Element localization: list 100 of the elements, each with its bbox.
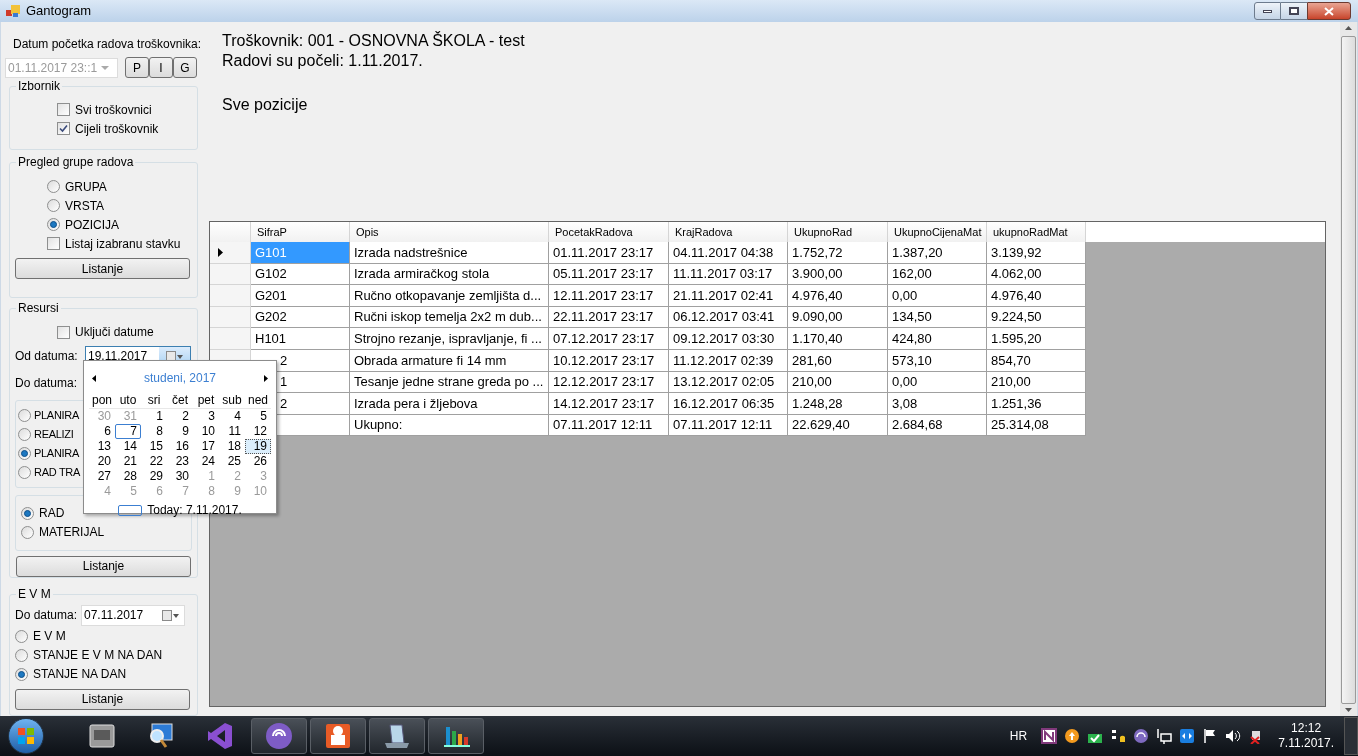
table-cell: 3,08 [888, 393, 987, 415]
radio-button[interactable] [47, 199, 60, 213]
current-row-icon [218, 247, 223, 257]
calendar-day[interactable]: 16 [167, 439, 193, 454]
calendar-day[interactable]: 12 [245, 424, 271, 439]
calendar-day[interactable]: 28 [115, 469, 141, 484]
calendar-day[interactable]: 25 [219, 454, 245, 469]
checkbox[interactable] [57, 103, 70, 116]
letter-button[interactable]: P [125, 57, 149, 78]
weekday-label: pet [196, 393, 216, 408]
taskbar-button[interactable] [251, 718, 307, 754]
calendar-day[interactable]: 30 [167, 469, 193, 484]
calendar-day[interactable]: 6 [89, 424, 115, 439]
calendar-day[interactable]: 3 [193, 409, 219, 424]
calendar-day[interactable]: 24 [193, 454, 219, 469]
calendar-day[interactable]: 26 [245, 454, 271, 469]
radio-button[interactable] [15, 648, 28, 662]
checkbox-label: Svi troškovnici [75, 101, 152, 119]
radio-button[interactable] [18, 408, 31, 422]
calendar-day[interactable]: 22 [141, 454, 167, 469]
maximize-button[interactable] [1281, 2, 1307, 20]
table-cell: 16.12.2017 06:35 [669, 393, 788, 415]
taskbar-button[interactable] [310, 718, 366, 754]
language-indicator[interactable]: HR [1009, 727, 1028, 745]
table-cell: 1.251,36 [987, 393, 1086, 415]
column-header[interactable]: KrajRadova [669, 222, 788, 242]
calendar-day[interactable]: 15 [141, 439, 167, 454]
column-header[interactable]: PocetakRadova [549, 222, 669, 242]
checkbox[interactable] [47, 237, 60, 251]
start-button[interactable] [8, 718, 44, 754]
table-cell: 3.900,00 [788, 263, 888, 286]
column-header[interactable]: UkupnoRad [788, 222, 888, 242]
calendar-day[interactable]: 29 [141, 469, 167, 484]
network-icon[interactable] [1156, 728, 1173, 744]
column-header[interactable]: ukupnoRadMat [987, 222, 1086, 242]
minimize-button[interactable] [1254, 2, 1281, 20]
calendar-day[interactable]: 1 [141, 409, 167, 424]
scrollbar-thumb[interactable] [1341, 36, 1356, 704]
calendar-day[interactable]: 20 [89, 454, 115, 469]
close-button[interactable] [1307, 2, 1351, 20]
note-icon[interactable] [1041, 728, 1058, 744]
radio-button[interactable] [15, 629, 28, 643]
letter-button[interactable]: G [173, 57, 197, 78]
column-header[interactable]: SifraP [251, 222, 350, 242]
table-cell: H101 [251, 328, 350, 350]
vertical-scrollbar[interactable] [1340, 22, 1357, 716]
radio-button[interactable] [18, 446, 31, 460]
speaker-icon[interactable] [1225, 728, 1242, 744]
taskbar-button[interactable] [369, 718, 425, 754]
radio-button[interactable] [18, 465, 31, 479]
calendar-day[interactable]: 14 [115, 439, 141, 454]
clock-date[interactable]: 7.11.2017. [1278, 736, 1334, 751]
table-cell: 4.062,00 [987, 263, 1086, 286]
letter-button[interactable]: I [149, 57, 173, 78]
clock-time[interactable]: 12:12 [1291, 721, 1322, 736]
radio-button[interactable] [15, 667, 28, 681]
next-month-button[interactable] [264, 374, 268, 382]
upload-icon[interactable] [1064, 728, 1081, 744]
calendar-day[interactable]: 23 [167, 454, 193, 469]
server-icon [382, 721, 412, 751]
calendar-day[interactable]: 17 [193, 439, 219, 454]
calendar-day[interactable]: 21 [115, 454, 141, 469]
previous-month-button[interactable] [92, 374, 96, 382]
calendar-day[interactable]: 18 [219, 439, 245, 454]
radio-button[interactable] [21, 525, 34, 539]
calendar-day[interactable]: 7 [115, 424, 141, 439]
radio-button[interactable] [47, 218, 60, 232]
calendar-day[interactable]: 8 [141, 424, 167, 439]
presentation-icon [323, 721, 353, 751]
row-header[interactable] [210, 242, 251, 264]
today-link[interactable]: Today: 7.11.2017. [147, 501, 242, 519]
infinity-logo-icon [205, 721, 235, 751]
listanje-button[interactable]: Listanje [16, 555, 191, 577]
listanje-button[interactable]: Listanje [15, 258, 190, 280]
radio-button[interactable] [18, 427, 31, 441]
calendar-day[interactable]: 19 [245, 439, 271, 454]
calendar-day[interactable]: 13 [89, 439, 115, 454]
remote-icon[interactable] [1179, 728, 1196, 744]
checkbox[interactable] [57, 122, 70, 135]
calendar-day[interactable]: 27 [89, 469, 115, 484]
radio-button[interactable] [47, 180, 60, 194]
network-bell-icon[interactable] [1110, 728, 1127, 744]
calendar-day[interactable]: 2 [167, 409, 193, 424]
window-icon [88, 722, 116, 750]
taskbar-button[interactable] [428, 718, 484, 754]
table-cell: 1.248,28 [788, 393, 888, 415]
listanje-button[interactable]: Listanje [15, 688, 190, 710]
radio-button[interactable] [21, 506, 34, 520]
calendar-day[interactable]: 11 [219, 424, 245, 439]
month-title[interactable]: studeni, 2017 [143, 369, 217, 387]
checkbox[interactable] [57, 325, 70, 339]
calendar-day[interactable]: 4 [219, 409, 245, 424]
swirl-circle-icon[interactable] [1133, 728, 1150, 744]
calendar-day[interactable]: 9 [167, 424, 193, 439]
column-header[interactable]: UkupnoCijenaMat [888, 222, 987, 242]
column-header[interactable]: Opis [350, 222, 549, 242]
table-cell: 573,10 [888, 349, 987, 372]
date-picker[interactable]: 07.11.2017 [81, 604, 185, 626]
table-cell: 9.090,00 [788, 306, 888, 329]
calendar-day[interactable]: 10 [193, 424, 219, 439]
